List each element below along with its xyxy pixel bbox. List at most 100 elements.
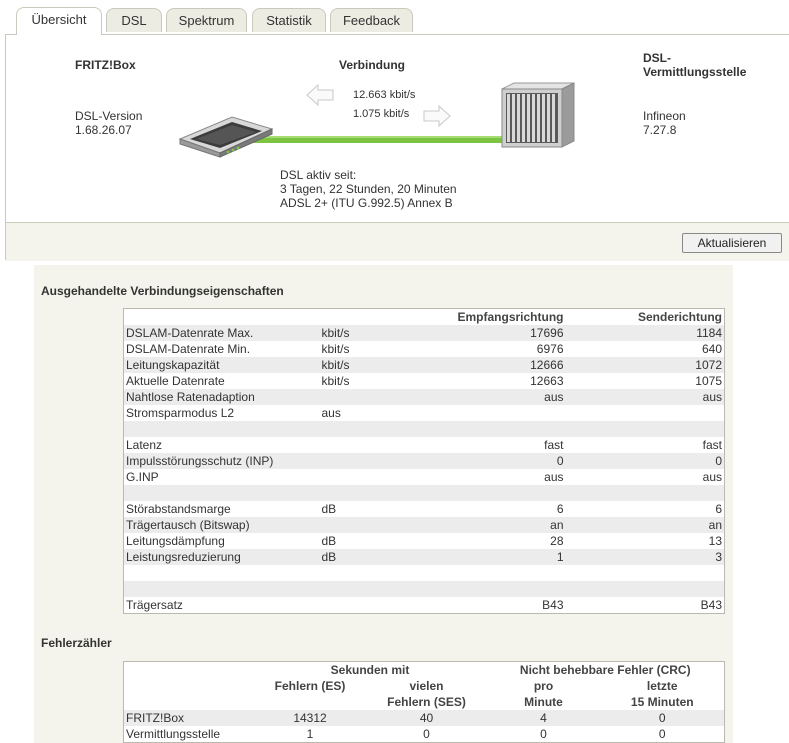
cell-rx [429,581,566,597]
cell-rx [430,405,566,421]
table-row: Leistungsreduzierung dB 1 3 [123,549,725,565]
cell-unit: kbit/s [319,357,430,373]
cell-rx [429,485,566,501]
properties-table: Empfangsrichtung Senderichtung DSLAM-Dat… [123,308,725,614]
table-row: G.INP aus aus [124,469,725,485]
cell-tx: 1184 [565,325,725,341]
table-row: Störabstandsmarge dB 6 6 [124,501,725,517]
cell-unit: dB [321,534,337,548]
cell-ses: 40 [366,710,487,726]
error-counter-table: Sekunden mit Nicht behebbare Fehler (CRC… [123,661,726,743]
cell-tx [566,565,725,581]
header-min-line2: Minute [524,695,563,709]
fritzbox-router-icon [178,116,274,158]
exchange-vendor: Infineon [643,109,686,123]
cell-name: Impulsstörungsschutz (INP) [123,453,320,469]
active-since-value: 3 Tagen, 22 Stunden, 20 Minuten [280,182,457,196]
cell-rx: aus [544,470,564,484]
header-send: Senderichtung [637,310,722,324]
cell-name: Vermittlungsstelle [126,727,221,741]
header-empty [124,694,254,710]
cell-rx: 6 [556,502,564,516]
cell-unit [319,389,430,405]
table-row: FRITZ!Box 14312 40 4 0 [123,710,725,726]
cell-rx: 1 [429,549,566,565]
cell-unit [319,421,430,437]
overview-panel: FRITZ!Box DSL-Version 1.68.26.07 Verbind… [5,34,789,261]
header-crc: Nicht behebbare Fehler (CRC) [519,663,691,677]
tab-spektrum[interactable]: Spektrum [166,8,247,32]
cell-unit [320,469,430,485]
cell-tx: 3 [565,549,725,565]
cell-rx: an [429,517,566,533]
active-since-label: DSL aktiv seit: [280,168,357,182]
upstream-rate: 1.075 kbit/s [353,108,410,120]
exchange-title-line1: DSL- [643,51,671,65]
header-empty [124,662,254,679]
cell-name: Leistungsreduzierung [123,549,320,565]
tab-uebersicht[interactable]: Übersicht [16,7,102,35]
refresh-button[interactable]: Aktualisieren [682,233,782,253]
tab-statistik[interactable]: Statistik [252,8,326,32]
cell-unit: kbit/s [321,374,350,388]
details-panel: Ausgehandelte Verbindungseigenschaften E… [34,265,733,743]
cell-tx: 640 [701,342,722,356]
tab-feedback[interactable]: Feedback [330,8,413,32]
exchange-title-line2: Vermittlungsstelle [643,65,747,79]
cell-name: DSLAM-Datenrate Min. [126,342,251,356]
tab-dsl[interactable]: DSL [106,8,162,32]
header-ses-line1: vielen [409,679,444,693]
table-row [123,581,725,597]
table-row: Leitungskapazität kbit/s 12666 1072 [123,357,725,373]
cell-name: Trägertausch (Bitswap) [123,517,320,533]
cell-unit [319,581,430,597]
header-empty-1 [124,309,320,326]
cell-rx: 12666 [429,357,566,373]
dsl-version-label: DSL-Version [75,109,143,123]
arrow-right-icon [423,105,451,127]
cell-tx: fast [702,438,722,452]
header-empty-2 [320,309,430,326]
cell-unit: kbit/s [321,342,350,356]
cell-unit [320,437,430,453]
cell-es: 1 [306,727,314,741]
cell-name: Latenz [126,438,163,452]
cell-tx: aus [702,470,722,484]
cell-tx: aus [565,389,725,405]
table-row: Stromsparmodus L2 aus [124,405,725,421]
dsl-line [236,136,506,143]
tab-bar: Übersicht DSL Spektrum Statistik Feedbac… [0,0,789,36]
cell-m15: 0 [658,727,666,741]
cell-unit: dB [321,502,337,516]
cell-unit [319,453,430,469]
header-min-line1: pro [533,679,554,693]
header-seconds-with: Sekunden mit [330,663,410,677]
cell-rx [430,565,566,581]
cell-name [123,485,320,501]
header-receive: Empfangsrichtung [457,310,564,324]
table-row [123,485,725,501]
cell-unit [320,565,430,581]
cell-rx [429,421,566,437]
header-15-line2: 15 Minuten [630,695,694,709]
exchange-version: 7.27.8 [643,123,677,137]
table-row: Aktuelle Datenrate kbit/s 12663 1075 [124,373,725,389]
cell-name: Leitungsdämpfung [126,534,225,548]
cell-tx: 1075 [695,374,722,388]
downstream-rate: 12.663 kbit/s [353,89,416,101]
cell-name: Nahtlose Ratenadaption [123,389,320,405]
table-row [124,565,725,581]
table-row: Impulsstörungsschutz (INP) 0 0 [123,453,725,469]
cell-name [123,421,320,437]
cell-tx: 0 [565,453,725,469]
table-row: DSLAM-Datenrate Min. kbit/s 6976 640 [124,341,725,357]
cell-tx [565,485,725,501]
dsl-version-value: 1.68.26.07 [75,123,132,137]
cell-unit [320,597,430,614]
cell-rx: 6976 [536,342,564,356]
arrow-left-icon [306,84,334,106]
dslam-rack-icon [501,82,575,148]
cell-unit: aus [321,406,341,420]
table-row: Latenz fast fast [124,437,725,453]
header-empty [254,694,367,710]
